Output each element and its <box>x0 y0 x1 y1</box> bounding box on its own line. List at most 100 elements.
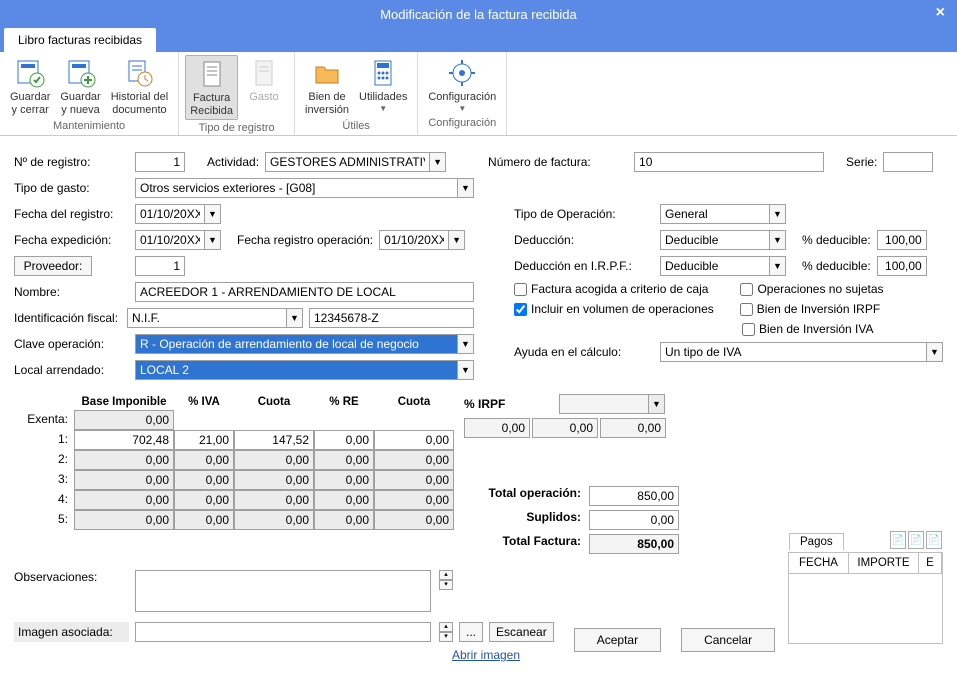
cuota-input[interactable] <box>234 490 314 510</box>
re-input[interactable] <box>314 430 374 450</box>
chevron-down-icon[interactable]: ▼ <box>287 308 303 328</box>
pagos-del-icon[interactable]: 📄 <box>926 531 942 549</box>
nombre-input[interactable] <box>135 282 474 302</box>
pct-ded-irpf-input[interactable] <box>877 256 927 276</box>
irpf-blank-select[interactable] <box>559 394 649 414</box>
serie-input[interactable] <box>883 152 933 172</box>
img-path-input[interactable] <box>135 622 431 642</box>
re-input[interactable] <box>314 510 374 530</box>
chk-bien-iva[interactable]: Bien de Inversión IVA <box>742 322 874 336</box>
fecha-reg-op-input[interactable] <box>379 230 449 250</box>
cuota-input[interactable] <box>234 510 314 530</box>
gasto-button[interactable]: Gasto <box>240 55 288 120</box>
historial-button[interactable]: Historial del documento <box>107 55 172 118</box>
n-registro-input[interactable] <box>135 152 185 172</box>
chevron-down-icon[interactable]: ▼ <box>458 360 474 380</box>
irpf-v2[interactable] <box>532 418 598 438</box>
cuota2-input[interactable] <box>374 510 454 530</box>
iva-input[interactable] <box>174 430 234 450</box>
tipo-op-select[interactable] <box>660 204 770 224</box>
chevron-down-icon[interactable]: ▼ <box>770 230 786 250</box>
scroll-up-icon[interactable]: ▴ <box>439 570 453 580</box>
irpf-v3[interactable] <box>600 418 666 438</box>
chevron-down-icon[interactable]: ▼ <box>770 204 786 224</box>
fecha-expedicion-input[interactable] <box>135 230 205 250</box>
close-icon[interactable]: × <box>936 4 945 22</box>
ayuda-select[interactable] <box>660 342 927 362</box>
total-op-input[interactable] <box>589 486 679 506</box>
proveedor-input[interactable] <box>135 256 185 276</box>
chevron-down-icon[interactable]: ▼ <box>449 230 465 250</box>
chevron-down-icon[interactable]: ▼ <box>205 204 221 224</box>
base-input[interactable] <box>74 450 174 470</box>
local-arr-select[interactable] <box>135 360 458 380</box>
browse-button[interactable]: ... <box>459 622 483 642</box>
scroll-up-icon[interactable]: ▴ <box>439 622 453 632</box>
irpf-v1[interactable] <box>464 418 530 438</box>
base-input[interactable] <box>74 430 174 450</box>
cuota-input[interactable] <box>234 430 314 450</box>
tab-libro-facturas[interactable]: Libro facturas recibidas <box>4 28 156 52</box>
utilidades-button[interactable]: Utilidades ▼ <box>355 55 411 118</box>
iva-input[interactable] <box>174 510 234 530</box>
guardar-cerrar-button[interactable]: Guardar y cerrar <box>6 55 54 118</box>
chevron-down-icon[interactable]: ▼ <box>770 256 786 276</box>
re-input[interactable] <box>314 470 374 490</box>
expense-icon <box>248 57 280 89</box>
id-fiscal-num-input[interactable] <box>309 308 474 328</box>
local-arr-label: Local arrendado: <box>14 363 129 377</box>
iva-input[interactable] <box>174 490 234 510</box>
base-input[interactable] <box>74 410 174 430</box>
chk-caja[interactable]: Factura acogida a criterio de caja <box>514 282 708 296</box>
chevron-down-icon[interactable]: ▼ <box>927 342 943 362</box>
cuota2-input[interactable] <box>374 450 454 470</box>
pagos-add-icon[interactable]: 📄 <box>890 531 906 549</box>
obs-textarea[interactable] <box>135 570 431 612</box>
id-fiscal-tipo-select[interactable] <box>127 308 287 328</box>
chevron-down-icon[interactable]: ▼ <box>649 394 665 414</box>
cuota2-input[interactable] <box>374 430 454 450</box>
configuracion-button[interactable]: Configuración ▼ <box>424 55 500 115</box>
row-label: 5: <box>14 510 74 530</box>
base-input[interactable] <box>74 470 174 490</box>
chk-no-sujetas[interactable]: Operaciones no sujetas <box>740 282 883 296</box>
pct-ded-input[interactable] <box>877 230 927 250</box>
iva-input[interactable] <box>174 470 234 490</box>
pagos-edit-icon[interactable]: 📄 <box>908 531 924 549</box>
re-input[interactable] <box>314 450 374 470</box>
chevron-down-icon[interactable]: ▼ <box>458 334 474 354</box>
aceptar-button[interactable]: Aceptar <box>574 628 661 652</box>
scroll-down-icon[interactable]: ▾ <box>439 580 453 590</box>
suplidos-input[interactable] <box>589 510 679 530</box>
chevron-down-icon[interactable]: ▼ <box>205 230 221 250</box>
base-input[interactable] <box>74 490 174 510</box>
pagos-tab[interactable]: Pagos <box>789 533 844 550</box>
cancelar-button[interactable]: Cancelar <box>681 628 775 652</box>
cuota-input[interactable] <box>234 450 314 470</box>
clave-op-select[interactable] <box>135 334 458 354</box>
deduccion-select[interactable] <box>660 230 770 250</box>
bien-inversion-button[interactable]: Bien de inversión <box>301 55 353 118</box>
abrir-imagen-link[interactable]: Abrir imagen <box>452 648 520 662</box>
col-cuota: Cuota <box>234 394 314 410</box>
fecha-registro-input[interactable] <box>135 204 205 224</box>
chk-bien-irpf[interactable]: Bien de Inversión IRPF <box>740 302 880 316</box>
scroll-down-icon[interactable]: ▾ <box>439 632 453 642</box>
numero-factura-input[interactable] <box>634 152 824 172</box>
chevron-down-icon[interactable]: ▼ <box>430 152 446 172</box>
cuota-input[interactable] <box>234 470 314 490</box>
chk-volumen[interactable]: Incluir en volumen de operaciones <box>514 302 714 316</box>
chevron-down-icon[interactable]: ▼ <box>458 178 474 198</box>
re-input[interactable] <box>314 490 374 510</box>
cuota2-input[interactable] <box>374 490 454 510</box>
proveedor-button[interactable]: Proveedor: <box>14 256 92 276</box>
ded-irpf-select[interactable] <box>660 256 770 276</box>
actividad-select[interactable] <box>265 152 430 172</box>
factura-recibida-button[interactable]: Factura Recibida <box>185 55 238 120</box>
tipo-gasto-select[interactable] <box>135 178 458 198</box>
scan-button[interactable]: Escanear <box>489 622 554 642</box>
cuota2-input[interactable] <box>374 470 454 490</box>
base-input[interactable] <box>74 510 174 530</box>
guardar-nueva-button[interactable]: Guardar y nueva <box>56 55 104 118</box>
iva-input[interactable] <box>174 450 234 470</box>
